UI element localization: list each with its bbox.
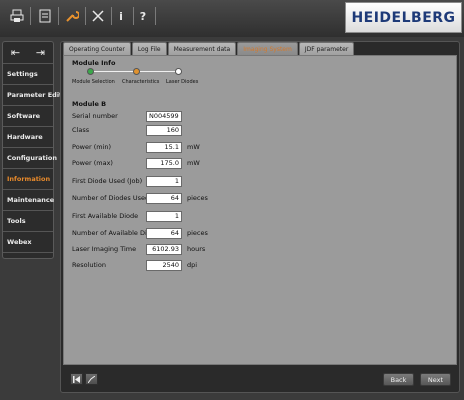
field-label: Class: [72, 126, 90, 134]
field-value: 64: [146, 193, 182, 204]
field-resolution: Resolution 2540 dpi: [72, 260, 372, 271]
sidebar-item-settings[interactable]: Settings: [3, 64, 53, 85]
printer-icon[interactable]: [8, 6, 26, 26]
field-unit: mW: [187, 159, 200, 167]
field-serial-number: Serial number N004599: [72, 111, 372, 122]
tab-log-file[interactable]: Log File: [131, 42, 167, 55]
back-button[interactable]: Back: [383, 373, 414, 386]
step-connector: [90, 71, 136, 72]
wizard-stepper: Module Selection Characteristics Laser D…: [72, 67, 212, 97]
step-label-module-selection: Module Selection: [72, 79, 115, 85]
sidebar-collapse-controls: ⇤ ⇥: [3, 42, 53, 64]
field-value: 160: [146, 125, 182, 136]
tools-icon[interactable]: [89, 6, 107, 26]
field-unit: hours: [187, 245, 206, 253]
info-icon[interactable]: i: [112, 6, 130, 26]
field-label: Power (min): [72, 143, 112, 151]
toolbar-divider: [85, 7, 86, 25]
tab-jdf-parameter[interactable]: JDF parameter: [298, 42, 355, 55]
field-value: 15.1: [146, 142, 182, 153]
help-icon[interactable]: ?: [134, 6, 152, 26]
tab-operating-counter[interactable]: Operating Counter: [63, 42, 131, 55]
field-unit: mW: [187, 143, 200, 151]
module-name: Module B: [72, 100, 107, 108]
module-info-title: Module Info: [72, 59, 116, 67]
skip-back-icon: [73, 375, 80, 383]
field-class: Class 160: [72, 125, 372, 136]
graph-icon: [88, 375, 95, 383]
sidebar-item-maintenance[interactable]: Maintenance: [3, 190, 54, 211]
step-dot-module-selection[interactable]: [87, 68, 94, 75]
next-button[interactable]: Next: [420, 373, 451, 386]
footer-bar: Back Next: [63, 368, 457, 390]
sidebar-item-software[interactable]: Software: [3, 106, 53, 127]
field-label: First Diode Used (Job): [72, 177, 143, 185]
field-label: Laser Imaging Time: [72, 245, 137, 253]
top-toolbar: i ? HEIDELBERG: [0, 0, 464, 37]
field-label: First Available Diode: [72, 212, 139, 220]
field-value: 6102.93: [146, 244, 182, 255]
sidebar-item-configuration[interactable]: Configuration: [3, 148, 57, 169]
toolbar-divider: [155, 7, 156, 25]
field-value: N004599: [146, 111, 182, 122]
field-number-of-diodes-used: Number of Diodes Used (Job) 64 pieces: [72, 193, 372, 204]
field-power-min: Power (min) 15.1 mW: [72, 142, 372, 153]
first-page-button[interactable]: [70, 373, 83, 385]
step-dot-laser-diodes[interactable]: [175, 68, 182, 75]
field-value: 175.0: [146, 158, 182, 169]
step-connector: [140, 71, 178, 72]
sidebar-item-webex[interactable]: Webex: [3, 232, 53, 253]
main-panel: Operating Counter Log File Measurement d…: [60, 41, 460, 393]
tab-bar: Operating Counter Log File Measurement d…: [63, 42, 355, 55]
sidebar-item-information[interactable]: Information: [3, 169, 53, 190]
field-value: 2540: [146, 260, 182, 271]
field-label: Resolution: [72, 261, 106, 269]
field-unit: pieces: [187, 194, 208, 202]
field-value: 64: [146, 228, 182, 239]
toolbar-divider: [58, 7, 59, 25]
step-dot-characteristics[interactable]: [133, 68, 140, 75]
imaging-system-content: Module Info Module Selection Characteris…: [63, 55, 457, 365]
field-first-available-diode: First Available Diode 1: [72, 211, 372, 222]
step-label-characteristics: Characteristics: [122, 79, 160, 85]
sidebar-item-hardware[interactable]: Hardware: [3, 127, 53, 148]
tab-imaging-system[interactable]: Imaging System: [237, 42, 298, 55]
toolbar-divider: [30, 7, 31, 25]
brand-text: HEIDELBERG: [351, 9, 456, 26]
field-label: Serial number: [72, 112, 118, 120]
field-unit: dpi: [187, 261, 198, 269]
sidebar-item-tools[interactable]: Tools: [3, 211, 53, 232]
document-view-button[interactable]: [85, 373, 98, 385]
heidelberg-logo: HEIDELBERG: [345, 2, 462, 33]
collapse-left-icon[interactable]: ⇤: [11, 46, 20, 59]
sidebar: ⇤ ⇥ Settings Parameter Editor Software H…: [2, 41, 70, 259]
field-number-of-available-diodes: Number of Available Diodes 64 pieces: [72, 228, 372, 239]
field-first-diode-used: First Diode Used (Job) 1: [72, 176, 372, 187]
wrench-icon[interactable]: [63, 6, 81, 26]
field-value: 1: [146, 176, 182, 187]
field-laser-imaging-time: Laser Imaging Time 6102.93 hours: [72, 244, 372, 255]
step-label-laser-diodes: Laser Diodes: [166, 79, 199, 85]
field-value: 1: [146, 211, 182, 222]
field-unit: pieces: [187, 229, 208, 237]
field-label: Power (max): [72, 159, 113, 167]
collapse-right-icon[interactable]: ⇥: [36, 46, 45, 59]
sidebar-item-parameter-editor[interactable]: Parameter Editor: [3, 85, 70, 106]
tab-measurement-data[interactable]: Measurement data: [167, 42, 237, 55]
document-icon[interactable]: [36, 6, 54, 26]
field-power-max: Power (max) 175.0 mW: [72, 158, 372, 169]
